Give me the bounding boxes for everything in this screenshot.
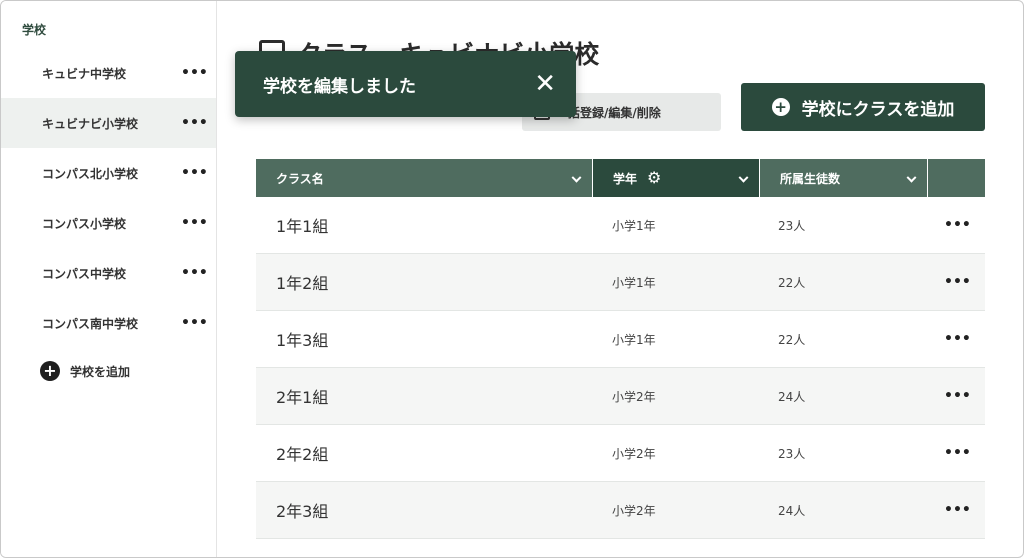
add-class-button[interactable]: + 学校にクラスを追加: [741, 83, 985, 131]
more-options-icon[interactable]: •••: [181, 165, 208, 181]
more-options-icon[interactable]: •••: [181, 115, 208, 131]
sidebar: 学校 キュビナ中学校 ••• キュビナビ小学校 ••• コンパス北小学校 •••…: [1, 1, 217, 557]
student-count-cell: 24人: [778, 503, 806, 518]
add-school-button[interactable]: + 学校を追加: [40, 361, 130, 381]
table-row[interactable]: 1年3組 小学1年 22人 •••: [256, 311, 985, 368]
column-header-actions: [928, 159, 985, 197]
sidebar-item-label: キュビナビ小学校: [42, 116, 139, 131]
sidebar-item-label: コンパス小学校: [42, 216, 127, 231]
column-header-label: 学年: [613, 171, 638, 186]
table-row[interactable]: 2年1組 小学2年 24人 •••: [256, 368, 985, 425]
column-header-student-count[interactable]: 所属生徒数: [760, 159, 928, 197]
grade-cell: 小学1年: [612, 275, 656, 290]
add-circle-icon: +: [771, 98, 790, 116]
student-count-cell: 23人: [778, 218, 806, 233]
class-name-cell: 1年2組: [276, 274, 329, 293]
sidebar-item-school[interactable]: コンパス北小学校 •••: [1, 148, 216, 198]
chevron-down-icon: [906, 172, 917, 183]
toast-message: 学校を編集しました: [263, 76, 416, 97]
sidebar-item-school[interactable]: コンパス中学校 •••: [1, 248, 216, 298]
class-name-cell: 2年1組: [276, 388, 329, 407]
more-options-icon[interactable]: •••: [181, 315, 208, 331]
more-options-icon[interactable]: •••: [944, 502, 971, 518]
more-options-icon[interactable]: •••: [181, 265, 208, 281]
app-window: 学校 キュビナ中学校 ••• キュビナビ小学校 ••• コンパス北小学校 •••…: [0, 0, 1024, 558]
more-options-icon[interactable]: •••: [181, 65, 208, 81]
sidebar-item-school[interactable]: キュビナ中学校 •••: [1, 48, 216, 98]
student-count-cell: 22人: [778, 332, 806, 347]
column-header-grade[interactable]: 学年 ⚙: [593, 159, 760, 197]
student-count-cell: 22人: [778, 275, 806, 290]
grade-cell: 小学2年: [612, 446, 656, 461]
table-row[interactable]: 2年2組 小学2年 23人 •••: [256, 425, 985, 482]
add-school-label: 学校を追加: [70, 364, 131, 379]
table-header: クラス名 学年 ⚙ 所属生徒数: [256, 159, 985, 197]
more-options-icon[interactable]: •••: [944, 388, 971, 404]
sidebar-title: 学校: [22, 23, 47, 37]
add-class-label: 学校にクラスを追加: [801, 99, 955, 120]
more-options-icon[interactable]: •••: [181, 215, 208, 231]
column-header-label: 所属生徒数: [780, 171, 841, 186]
sidebar-item-label: コンパス北小学校: [42, 166, 139, 181]
chevron-down-icon: [738, 172, 749, 183]
table-row[interactable]: 1年1組 小学1年 23人 •••: [256, 197, 985, 254]
student-count-cell: 24人: [778, 389, 806, 404]
table-row[interactable]: 1年2組 小学1年 22人 •••: [256, 254, 985, 311]
sidebar-item-school[interactable]: コンパス小学校 •••: [1, 198, 216, 248]
sidebar-item-school-selected[interactable]: キュビナビ小学校 •••: [1, 98, 216, 148]
more-options-icon[interactable]: •••: [944, 274, 971, 290]
sidebar-item-label: キュビナ中学校: [42, 66, 127, 81]
sidebar-item-label: コンパス中学校: [42, 266, 127, 281]
class-name-cell: 2年3組: [276, 502, 329, 521]
grade-cell: 小学1年: [612, 218, 656, 233]
student-count-cell: 23人: [778, 446, 806, 461]
class-name-cell: 1年1組: [276, 217, 329, 236]
more-options-icon[interactable]: •••: [944, 217, 971, 233]
class-name-cell: 1年3組: [276, 331, 329, 350]
more-options-icon[interactable]: •••: [944, 331, 971, 347]
toast-notification: 学校を編集しました ✕: [235, 51, 576, 117]
gear-icon[interactable]: ⚙: [647, 170, 661, 186]
table-row[interactable]: 2年3組 小学2年 24人 •••: [256, 482, 985, 539]
close-icon[interactable]: ✕: [534, 71, 556, 97]
class-table: クラス名 学年 ⚙ 所属生徒数 1年1組 小学1年 23人 ••• 1年2組 小…: [256, 159, 985, 539]
sidebar-item-school[interactable]: コンパス南中学校 •••: [1, 298, 216, 348]
grade-cell: 小学1年: [612, 332, 656, 347]
column-header-label: クラス名: [276, 171, 324, 186]
chevron-down-icon: [571, 172, 582, 183]
add-circle-icon: +: [40, 361, 60, 381]
column-header-class-name[interactable]: クラス名: [256, 159, 593, 197]
sidebar-item-label: コンパス南中学校: [42, 316, 139, 331]
class-name-cell: 2年2組: [276, 445, 329, 464]
grade-cell: 小学2年: [612, 389, 656, 404]
more-options-icon[interactable]: •••: [944, 445, 971, 461]
grade-cell: 小学2年: [612, 503, 656, 518]
